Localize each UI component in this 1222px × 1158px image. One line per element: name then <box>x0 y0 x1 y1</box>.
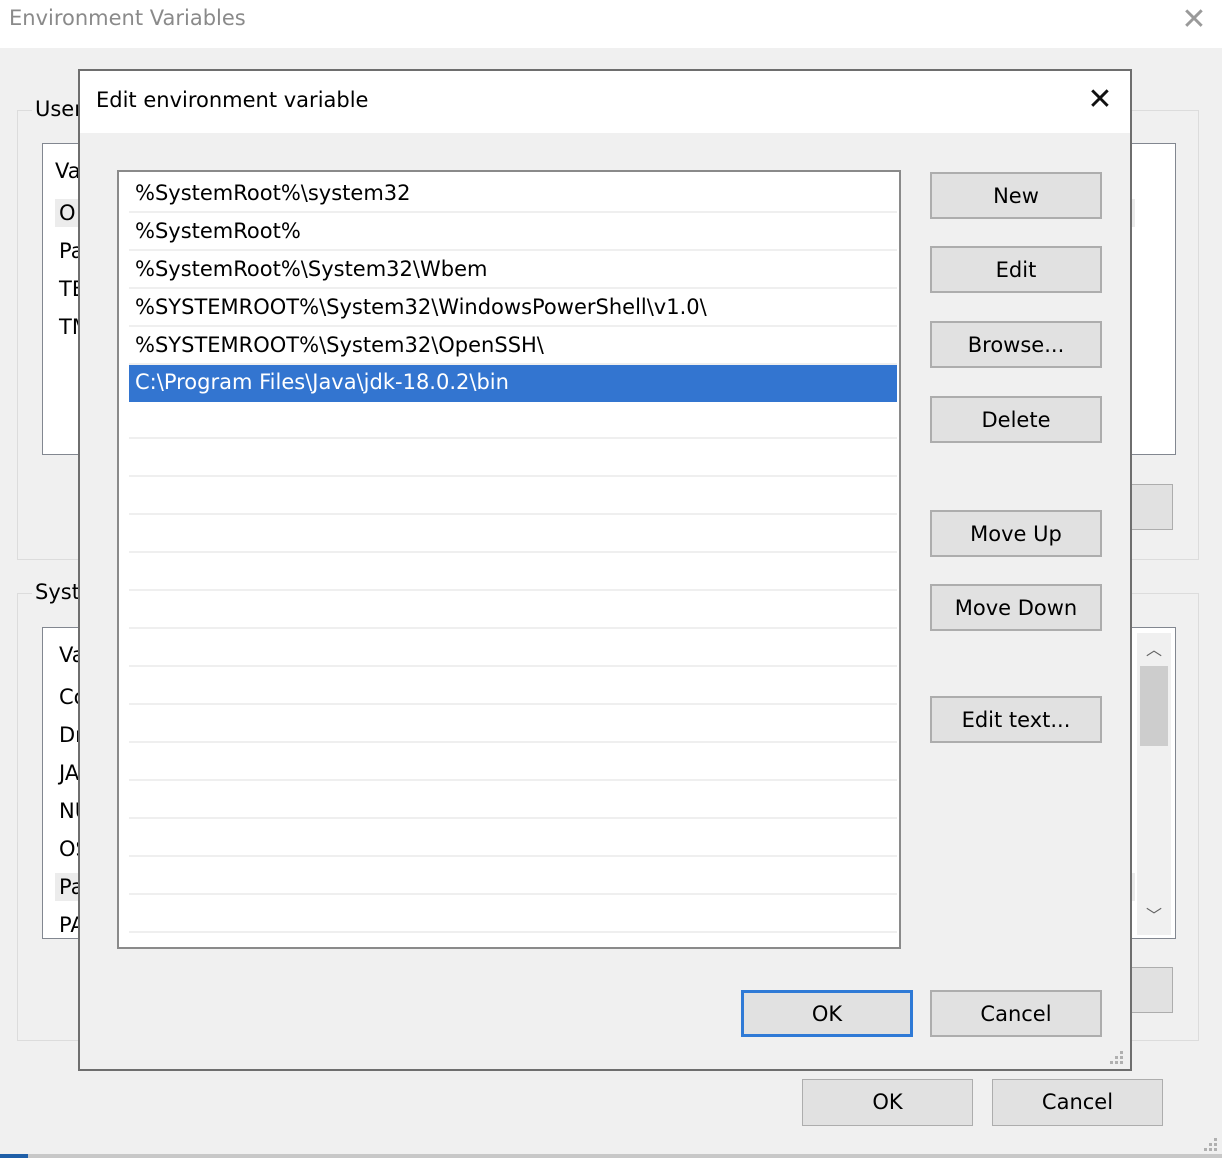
empty-path-row[interactable] <box>129 858 897 895</box>
dialog-cancel-button[interactable]: Cancel <box>930 990 1102 1037</box>
taskbar-accent <box>0 1154 28 1158</box>
chevron-down-icon: ﹀ <box>1145 906 1162 925</box>
dialog-ok-button[interactable]: OK <box>741 990 913 1037</box>
path-list[interactable]: %SystemRoot%\system32 %SystemRoot% %Syst… <box>117 170 901 949</box>
delete-button[interactable]: Delete <box>930 396 1102 443</box>
dialog-resize-grip[interactable] <box>1110 1051 1124 1065</box>
dialog-title: Edit environment variable <box>96 88 369 112</box>
empty-path-row[interactable] <box>129 896 897 933</box>
dialog-close-button[interactable]: ✕ <box>1078 79 1122 123</box>
outer-resize-grip[interactable] <box>1204 1138 1218 1152</box>
move-up-button[interactable]: Move Up <box>930 510 1102 557</box>
dialog-titlebar: Edit environment variable ✕ <box>80 71 1130 133</box>
outer-close-button[interactable]: ✕ <box>1172 2 1216 42</box>
system-variables-label: Syst <box>32 580 83 604</box>
empty-path-row[interactable] <box>129 706 897 743</box>
path-row-selected[interactable]: C:\Program Files\Java\jdk-18.0.2\bin <box>129 365 897 402</box>
outer-titlebar: Environment Variables ✕ <box>0 0 1222 48</box>
user-list-header[interactable]: Va <box>55 159 81 183</box>
empty-path-row[interactable] <box>129 630 897 667</box>
system-list-row[interactable]: JA <box>55 761 79 785</box>
empty-path-row[interactable] <box>129 668 897 705</box>
empty-path-row[interactable] <box>129 554 897 591</box>
system-list-scrollbar[interactable]: ︿ ﹀ <box>1137 633 1171 935</box>
empty-path-row[interactable] <box>129 440 897 477</box>
browse-button[interactable]: Browse... <box>930 321 1102 368</box>
empty-path-row[interactable] <box>129 820 897 857</box>
path-row[interactable]: %SystemRoot% <box>129 214 897 251</box>
empty-path-row[interactable] <box>129 592 897 629</box>
edit-text-button[interactable]: Edit text... <box>930 696 1102 743</box>
close-icon: ✕ <box>1087 82 1113 117</box>
empty-path-row[interactable] <box>129 402 897 439</box>
close-icon: ✕ <box>1181 2 1207 37</box>
empty-path-row[interactable] <box>129 516 897 553</box>
outer-cancel-button[interactable]: Cancel <box>992 1079 1163 1126</box>
new-button[interactable]: New <box>930 172 1102 219</box>
path-row[interactable]: %SystemRoot%\System32\Wbem <box>129 252 897 289</box>
path-row[interactable]: %SYSTEMROOT%\System32\WindowsPowerShell\… <box>129 290 897 327</box>
move-down-button[interactable]: Move Down <box>930 584 1102 631</box>
chevron-up-icon: ︿ <box>1145 640 1162 659</box>
outer-ok-button[interactable]: OK <box>802 1079 973 1126</box>
scroll-up-button[interactable]: ︿ <box>1137 635 1171 665</box>
empty-path-row[interactable] <box>129 478 897 515</box>
path-row[interactable]: %SystemRoot%\system32 <box>129 176 897 213</box>
scroll-thumb[interactable] <box>1140 666 1168 746</box>
empty-path-row[interactable] <box>129 782 897 819</box>
edit-environment-variable-dialog: Edit environment variable ✕ %SystemRoot%… <box>78 69 1132 1071</box>
edit-button[interactable]: Edit <box>930 246 1102 293</box>
outer-window-title: Environment Variables <box>9 6 246 30</box>
path-row[interactable]: %SYSTEMROOT%\System32\OpenSSH\ <box>129 328 897 365</box>
empty-path-row[interactable] <box>129 744 897 781</box>
scroll-down-button[interactable]: ﹀ <box>1137 901 1171 931</box>
outer-bottom-border <box>0 1154 1222 1158</box>
